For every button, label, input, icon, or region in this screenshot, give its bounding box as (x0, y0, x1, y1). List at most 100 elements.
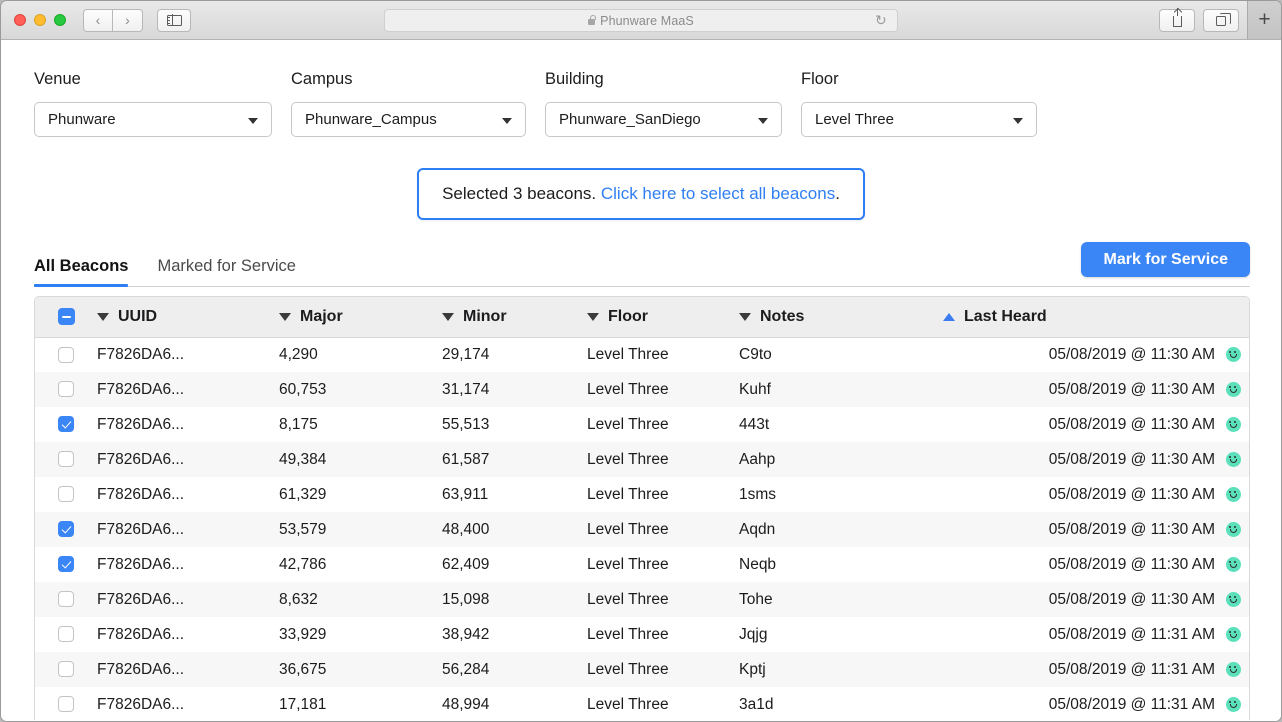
column-header-last-heard[interactable]: Last Heard (943, 297, 1249, 337)
row-select-cell (35, 512, 97, 547)
table-row[interactable]: F7826DA6...17,18148,994Level Three3a1d05… (35, 687, 1249, 720)
table-row[interactable]: F7826DA6...60,75331,174Level ThreeKuhf05… (35, 372, 1249, 407)
row-select-cell (35, 582, 97, 617)
tab-all-beacons[interactable]: All Beacons (34, 257, 128, 286)
row-select-checkbox[interactable] (58, 556, 74, 572)
cell-uuid: F7826DA6... (97, 652, 279, 687)
minimize-window-button[interactable] (34, 14, 46, 26)
cell-floor: Level Three (587, 582, 739, 617)
column-header-floor[interactable]: Floor (587, 297, 739, 337)
maximize-window-button[interactable] (54, 14, 66, 26)
cell-major: 61,329 (279, 477, 442, 512)
cell-major-text: 61,329 (279, 486, 326, 503)
cell-major: 8,175 (279, 407, 442, 442)
campus-select[interactable]: Phunware_Campus (291, 102, 526, 137)
row-select-checkbox[interactable] (58, 521, 74, 537)
share-icon (1173, 16, 1182, 27)
select-all-checkbox[interactable] (58, 308, 75, 325)
row-select-checkbox[interactable] (58, 661, 74, 677)
cell-notes-text: Kptj (739, 661, 766, 678)
select-all-beacons-link[interactable]: Click here to select all beacons (601, 184, 835, 203)
row-select-checkbox[interactable] (58, 416, 74, 432)
cell-floor: Level Three (587, 652, 739, 687)
row-select-cell (35, 617, 97, 652)
cell-major-text: 8,632 (279, 591, 318, 608)
tab-marked-for-service[interactable]: Marked for Service (157, 257, 295, 286)
table-row[interactable]: F7826DA6...36,67556,284Level ThreeKptj05… (35, 652, 1249, 687)
cell-notes: Neqb (739, 547, 943, 582)
cell-floor-text: Level Three (587, 346, 669, 363)
browser-window: ‹ › Phunware MaaS ↻ + Venue (0, 0, 1282, 722)
sort-desc-icon (587, 313, 599, 321)
sort-desc-icon (442, 313, 454, 321)
chevron-down-icon (248, 118, 258, 124)
cell-uuid-text: F7826DA6... (97, 486, 184, 503)
cell-notes-text: Neqb (739, 556, 776, 573)
cell-minor: 15,098 (442, 582, 587, 617)
cell-last-heard: 05/08/2019 @ 11:31 AM (943, 652, 1249, 687)
column-header-major[interactable]: Major (279, 297, 442, 337)
floor-select-value: Level Three (815, 111, 894, 128)
building-select[interactable]: Phunware_SanDiego (545, 102, 782, 137)
table-row[interactable]: F7826DA6...4,29029,174Level ThreeC9to05/… (35, 337, 1249, 372)
row-select-checkbox[interactable] (58, 626, 74, 642)
close-window-button[interactable] (14, 14, 26, 26)
row-select-checkbox[interactable] (58, 347, 74, 363)
filter-building: Building Phunware_SanDiego (545, 70, 782, 137)
cell-uuid: F7826DA6... (97, 372, 279, 407)
share-button[interactable] (1159, 9, 1195, 32)
cell-uuid: F7826DA6... (97, 442, 279, 477)
titlebar-right-buttons (1159, 9, 1239, 32)
mark-for-service-button[interactable]: Mark for Service (1081, 242, 1250, 277)
reload-icon[interactable]: ↻ (875, 14, 888, 27)
row-select-checkbox[interactable] (58, 486, 74, 502)
page-content: Venue Phunware Campus Phunware_Campus Bu… (1, 40, 1281, 721)
row-select-checkbox[interactable] (58, 381, 74, 397)
table-row[interactable]: F7826DA6...8,17555,513Level Three443t05/… (35, 407, 1249, 442)
sidebar-icon (167, 15, 182, 26)
new-tab-button[interactable]: + (1247, 1, 1281, 39)
column-header-minor[interactable]: Minor (442, 297, 587, 337)
cell-minor: 56,284 (442, 652, 587, 687)
cell-uuid-text: F7826DA6... (97, 556, 184, 573)
cell-minor-text: 62,409 (442, 556, 489, 573)
table-row[interactable]: F7826DA6...49,38461,587Level ThreeAahp05… (35, 442, 1249, 477)
floor-select[interactable]: Level Three (801, 102, 1037, 137)
cell-last-heard: 05/08/2019 @ 11:30 AM (943, 372, 1249, 407)
sidebar-toggle-button[interactable] (157, 9, 191, 32)
table-row[interactable]: F7826DA6...42,78662,409Level ThreeNeqb05… (35, 547, 1249, 582)
address-bar[interactable]: Phunware MaaS ↻ (384, 9, 898, 32)
cell-last-heard-text: 05/08/2019 @ 11:30 AM (1049, 521, 1215, 539)
row-select-checkbox[interactable] (58, 451, 74, 467)
table-row[interactable]: F7826DA6...53,57948,400Level ThreeAqdn05… (35, 512, 1249, 547)
filter-floor-label: Floor (801, 70, 1037, 89)
filter-building-label: Building (545, 70, 782, 89)
column-header-minor-label: Minor (463, 308, 507, 326)
cell-uuid-text: F7826DA6... (97, 626, 184, 643)
venue-select[interactable]: Phunware (34, 102, 272, 137)
cell-minor-text: 48,400 (442, 521, 489, 538)
cell-minor-text: 55,513 (442, 416, 489, 433)
row-select-cell (35, 372, 97, 407)
cell-major-text: 49,384 (279, 451, 326, 468)
row-select-checkbox[interactable] (58, 696, 74, 712)
cell-floor-text: Level Three (587, 416, 669, 433)
row-select-checkbox[interactable] (58, 591, 74, 607)
table-row[interactable]: F7826DA6...33,92938,942Level ThreeJqjg05… (35, 617, 1249, 652)
table-row[interactable]: F7826DA6...61,32963,911Level Three1sms05… (35, 477, 1249, 512)
cell-notes-text: Aahp (739, 451, 775, 468)
back-button[interactable]: ‹ (83, 9, 113, 32)
filter-venue-label: Venue (34, 70, 272, 89)
table-row[interactable]: F7826DA6...8,63215,098Level ThreeTohe05/… (35, 582, 1249, 617)
column-header-notes[interactable]: Notes (739, 297, 943, 337)
row-select-cell (35, 477, 97, 512)
row-select-cell (35, 442, 97, 477)
cell-minor-text: 56,284 (442, 661, 489, 678)
cell-last-heard-text: 05/08/2019 @ 11:30 AM (1049, 451, 1215, 469)
table-toolbar: All Beacons Marked for Service Mark for … (1, 220, 1281, 286)
sort-desc-icon (279, 313, 291, 321)
column-header-uuid[interactable]: UUID (97, 297, 279, 337)
filter-campus: Campus Phunware_Campus (291, 70, 526, 137)
tab-overview-button[interactable] (1203, 9, 1239, 32)
forward-button[interactable]: › (113, 9, 143, 32)
